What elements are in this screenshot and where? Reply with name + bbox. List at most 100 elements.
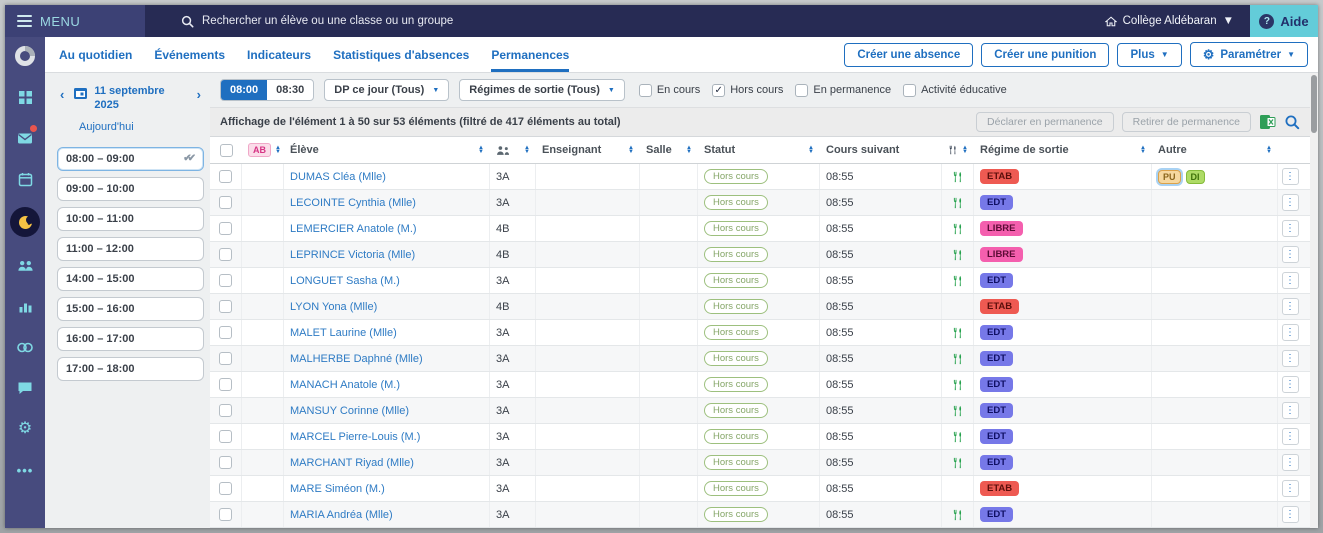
sort-eleve[interactable]: ▲ ▼	[478, 145, 484, 155]
create-punition-button[interactable]: Créer une punition	[981, 42, 1110, 67]
table-search-icon[interactable]	[1284, 114, 1300, 130]
dp-dropdown[interactable]: DP ce jour (Tous) ▼	[324, 79, 450, 101]
row-actions-button[interactable]: ⋮	[1281, 220, 1299, 237]
prev-day-button[interactable]: ‹	[57, 85, 67, 104]
sidebar-item-links[interactable]	[12, 334, 38, 360]
checkbox-box[interactable]: ✓	[712, 83, 726, 97]
sort-enseignant[interactable]: ▲ ▼	[628, 145, 634, 155]
sidebar-item-students[interactable]	[12, 252, 38, 278]
student-name-link[interactable]: MARIA Andréa (Mlle)	[290, 509, 393, 521]
row-actions-button[interactable]: ⋮	[1281, 298, 1299, 315]
sort-statut[interactable]: ▲ ▼	[808, 145, 814, 155]
filter-checkbox-activit-ducative[interactable]: Activité éducative	[903, 83, 1007, 97]
sort-salle[interactable]: ▲ ▼	[686, 145, 692, 155]
row-checkbox[interactable]	[219, 456, 232, 469]
row-checkbox[interactable]	[219, 170, 232, 183]
student-name-link[interactable]: LEMERCIER Anatole (M.)	[290, 223, 417, 235]
timeslot-item[interactable]: 10:00 – 11:00	[57, 206, 204, 231]
timeslot-item[interactable]: 11:00 – 12:00	[57, 236, 204, 261]
row-checkbox[interactable]	[219, 404, 232, 417]
student-name-link[interactable]: LONGUET Sasha (M.)	[290, 275, 400, 287]
excel-export-icon[interactable]	[1259, 114, 1276, 130]
filter-checkbox-hors-cours[interactable]: ✓ Hors cours	[712, 83, 783, 97]
student-name-link[interactable]: LECOINTE Cynthia (Mlle)	[290, 197, 416, 209]
select-all-checkbox[interactable]	[219, 143, 233, 157]
declare-permanence-button[interactable]: Déclarer en permanence	[976, 112, 1114, 132]
tab-au-quotidien[interactable]: Au quotidien	[59, 37, 132, 72]
row-checkbox[interactable]	[219, 508, 232, 521]
sidebar-item-dashboard[interactable]	[12, 84, 38, 110]
student-name-link[interactable]: MANACH Anatole (M.)	[290, 379, 400, 391]
timeslot-item[interactable]: 16:00 – 17:00	[57, 326, 204, 351]
row-checkbox[interactable]	[219, 378, 232, 391]
row-actions-button[interactable]: ⋮	[1281, 350, 1299, 367]
row-actions-button[interactable]: ⋮	[1281, 376, 1299, 393]
row-checkbox[interactable]	[219, 222, 232, 235]
timeslot-item[interactable]: 15:00 – 16:00	[57, 296, 204, 321]
tab-statistiques-d-absences[interactable]: Statistiques d'absences	[333, 37, 469, 72]
row-checkbox[interactable]	[219, 326, 232, 339]
row-checkbox[interactable]	[219, 430, 232, 443]
row-actions-button[interactable]: ⋮	[1281, 272, 1299, 289]
student-name-link[interactable]: MANSUY Corinne (Mlle)	[290, 405, 409, 417]
student-name-link[interactable]: MALET Laurine (Mlle)	[290, 327, 397, 339]
create-absence-button[interactable]: Créer une absence	[844, 42, 974, 67]
timeslot-item[interactable]: 08:00 – 09:00 ✔✔	[57, 146, 204, 171]
timeslot-item[interactable]: 17:00 – 18:00	[57, 356, 204, 381]
tab-indicateurs[interactable]: Indicateurs	[247, 37, 311, 72]
row-actions-button[interactable]: ⋮	[1281, 506, 1299, 523]
row-checkbox[interactable]	[219, 482, 232, 495]
filter-checkbox-en-permanence[interactable]: En permanence	[795, 83, 891, 97]
checkbox-box[interactable]	[795, 83, 809, 97]
row-checkbox[interactable]	[219, 274, 232, 287]
sort-classe[interactable]: ▲ ▼	[524, 145, 530, 155]
row-checkbox[interactable]	[219, 300, 232, 313]
row-actions-button[interactable]: ⋮	[1281, 454, 1299, 471]
sort-regime[interactable]: ▲ ▼	[1140, 145, 1146, 155]
regimes-dropdown[interactable]: Régimes de sortie (Tous) ▼	[459, 79, 625, 101]
student-name-link[interactable]: DUMAS Cléa (Mlle)	[290, 171, 386, 183]
row-checkbox[interactable]	[219, 248, 232, 261]
student-name-link[interactable]: MALHERBE Daphné (Mlle)	[290, 353, 423, 365]
tab--v-nements[interactable]: Événements	[154, 37, 225, 72]
menu-button[interactable]: MENU	[5, 5, 145, 37]
global-search-input[interactable]: Rechercher un élève ou une classe ou un …	[145, 5, 1089, 37]
student-name-link[interactable]: MARCEL Pierre-Louis (M.)	[290, 431, 420, 443]
today-link[interactable]: Aujourd'hui	[79, 121, 204, 133]
row-actions-button[interactable]: ⋮	[1281, 168, 1299, 185]
row-actions-button[interactable]: ⋮	[1281, 194, 1299, 211]
row-actions-button[interactable]: ⋮	[1281, 402, 1299, 419]
row-actions-button[interactable]: ⋮	[1281, 480, 1299, 497]
time-toggle-0800[interactable]: 08:00	[221, 80, 268, 100]
plus-button[interactable]: Plus ▼	[1117, 42, 1182, 67]
student-name-link[interactable]: MARCHANT Riyad (Mlle)	[290, 457, 414, 469]
time-toggle-0830[interactable]: 08:30	[267, 80, 313, 100]
sidebar-item-settings[interactable]: ⚙	[12, 416, 38, 442]
current-date[interactable]: 11 septembre 2025	[94, 85, 164, 113]
checkbox-box[interactable]	[903, 83, 917, 97]
row-actions-button[interactable]: ⋮	[1281, 324, 1299, 341]
student-name-link[interactable]: LEPRINCE Victoria (Mlle)	[290, 249, 415, 261]
sidebar-item-stats[interactable]	[12, 293, 38, 319]
vertical-scrollbar[interactable]	[1310, 73, 1318, 528]
checkbox-box[interactable]	[638, 83, 652, 97]
sort-demi-pension[interactable]: ▲ ▼	[962, 145, 968, 155]
school-selector[interactable]: Collège Aldébaran ▼	[1089, 5, 1250, 37]
student-name-link[interactable]: MARE Siméon (M.)	[290, 483, 385, 495]
scrollbar-thumb[interactable]	[1311, 75, 1317, 133]
next-day-button[interactable]: ›	[194, 85, 204, 104]
row-actions-button[interactable]: ⋮	[1281, 428, 1299, 445]
sort-ab[interactable]: ▲ ▼	[275, 145, 281, 155]
help-button[interactable]: ? Aide	[1250, 5, 1318, 37]
parametrer-button[interactable]: ⚙ Paramétrer ▼	[1189, 42, 1308, 67]
tab-permanences[interactable]: Permanences	[491, 37, 570, 72]
sidebar-item-more[interactable]: •••	[12, 457, 38, 483]
row-actions-button[interactable]: ⋮	[1281, 246, 1299, 263]
timeslot-item[interactable]: 09:00 – 10:00	[57, 176, 204, 201]
timeslot-item[interactable]: 14:00 – 15:00	[57, 266, 204, 291]
row-checkbox[interactable]	[219, 196, 232, 209]
retirer-permanence-button[interactable]: Retirer de permanence	[1121, 112, 1251, 132]
sort-autre[interactable]: ▲ ▼	[1266, 145, 1272, 155]
filter-checkbox-en-cours[interactable]: En cours	[638, 83, 700, 97]
sidebar-item-vie-scolaire-active[interactable]	[10, 207, 40, 237]
